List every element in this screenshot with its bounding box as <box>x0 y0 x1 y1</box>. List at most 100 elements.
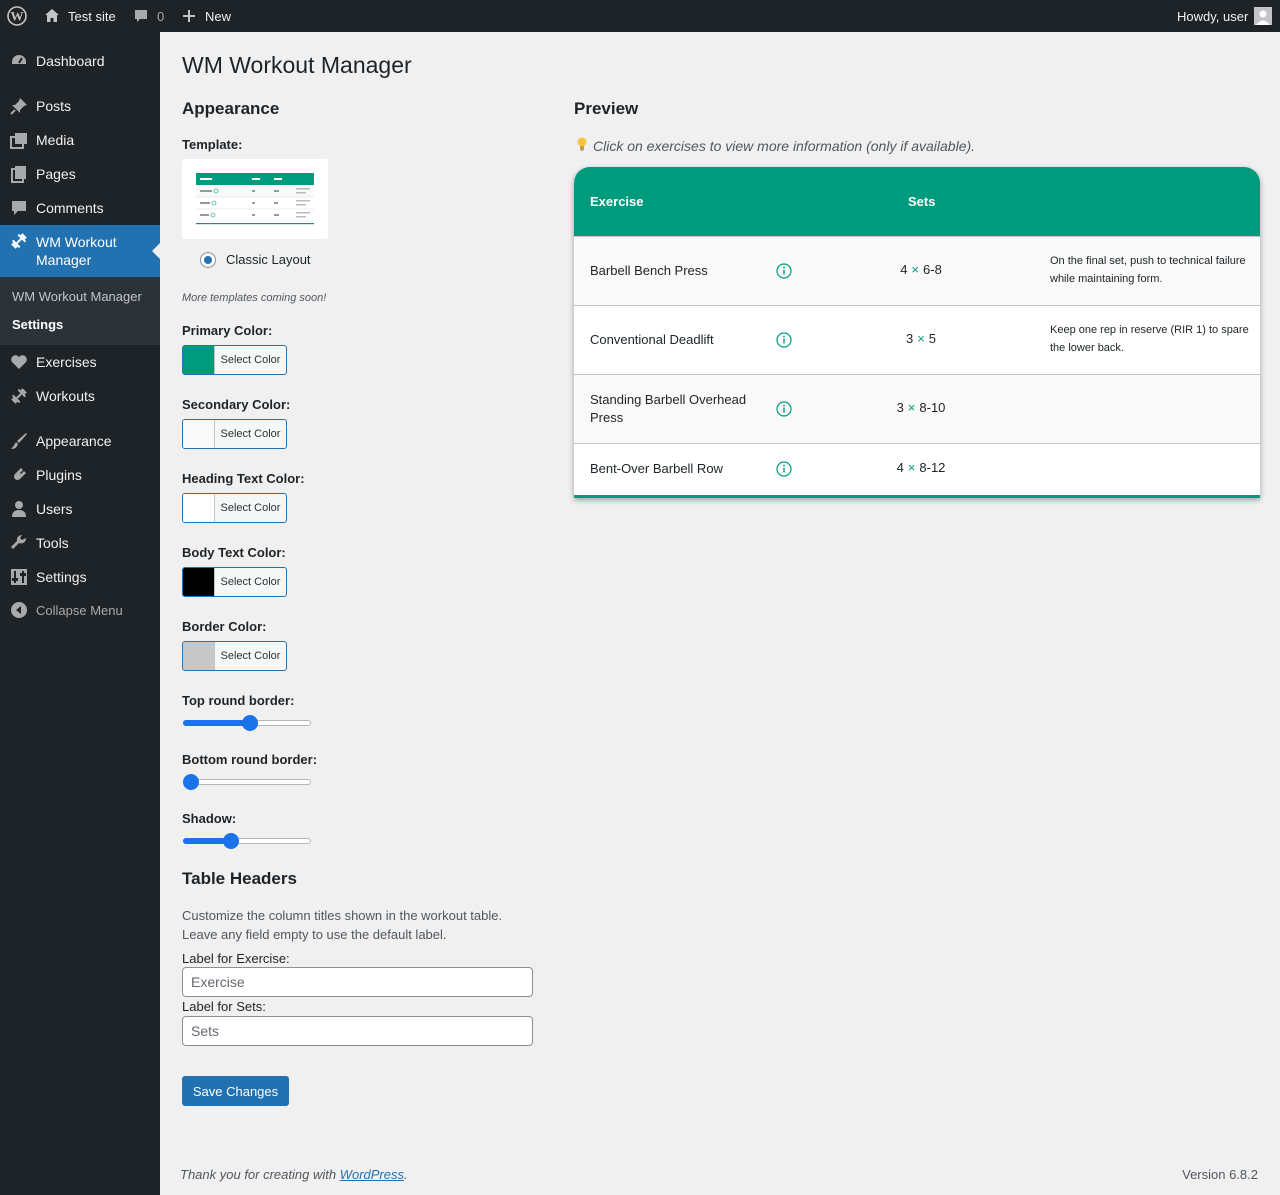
info-icon[interactable] <box>776 332 792 348</box>
sidebar-item-wm-workout-manager[interactable]: WM Workout Manager <box>0 225 160 277</box>
site-name-link[interactable]: Test site <box>44 0 116 32</box>
sidebar-item-settings[interactable]: Settings <box>0 560 160 594</box>
heart-icon <box>9 352 29 372</box>
sidebar-item-label: Users <box>36 501 73 517</box>
shadow-slider[interactable] <box>183 832 311 850</box>
table-row[interactable]: Barbell Bench Press 4 × 6-8 On the final s… <box>574 236 1260 305</box>
body-text-color-button[interactable]: Select Color <box>182 567 287 597</box>
footer-version: Version 6.8.2 <box>1182 1167 1258 1182</box>
color-swatch <box>183 568 215 596</box>
shadow-label: Shadow: <box>182 811 237 826</box>
footer-thanks: Thank you for creating with WordPress. <box>180 1167 408 1182</box>
sidebar-item-label: Exercises <box>36 354 97 370</box>
sets-reps: 4 × 6-8 <box>814 262 1028 277</box>
color-swatch <box>183 420 215 448</box>
exercise-name[interactable]: Bent-Over Barbell Row <box>590 460 723 478</box>
reps: 5 <box>928 331 937 346</box>
wordpress-link[interactable]: WordPress <box>340 1167 404 1182</box>
sidebar-item-posts[interactable]: Posts <box>0 89 160 123</box>
exercise-label: Label for Exercise: <box>182 951 290 966</box>
primary-color-button[interactable]: Select Color <box>182 345 287 375</box>
dumbbell-icon <box>9 231 29 251</box>
sidebar-item-label: WM Workout Manager <box>36 234 117 268</box>
sidebar-item-label: Media <box>36 132 75 148</box>
reps: 8-10 <box>919 400 946 415</box>
table-row[interactable]: Conventional Deadlift 3 × 5 Keep one rep i… <box>574 305 1260 374</box>
slider-thumb[interactable] <box>242 715 259 731</box>
collapse-menu-button[interactable]: Collapse Menu <box>0 593 160 627</box>
sidebar-item-label: Plugins <box>36 467 82 483</box>
exercise-name[interactable]: Conventional Deadlift <box>590 331 714 349</box>
sets-count: 3 <box>896 400 904 415</box>
plugin-icon <box>9 465 29 485</box>
select-color-label: Select Color <box>220 502 281 514</box>
classic-layout-label: Classic Layout <box>226 252 311 267</box>
sidebar-item-plugins[interactable]: Plugins <box>0 458 160 492</box>
secondary-color-label: Secondary Color: <box>182 397 291 412</box>
wordpress-logo-icon[interactable]: W <box>7 0 27 32</box>
heading-text-color-button[interactable]: Select Color <box>182 493 287 523</box>
border-color-label: Border Color: <box>182 619 267 634</box>
sidebar-item-users[interactable]: Users <box>0 492 160 526</box>
save-changes-button[interactable]: Save Changes <box>182 1076 289 1106</box>
sets-count: 3 <box>905 331 914 346</box>
exercise-column-header: Exercise <box>590 194 644 209</box>
body-text-color-label: Body Text Color: <box>182 545 286 560</box>
sidebar-item-pages[interactable]: Pages <box>0 157 160 191</box>
reps: 8-12 <box>919 460 946 475</box>
slider-thumb[interactable] <box>183 774 199 790</box>
bottom-round-border-slider[interactable] <box>183 773 311 791</box>
top-round-border-slider[interactable] <box>183 714 311 732</box>
submenu-item-settings[interactable]: Settings <box>12 317 63 332</box>
sidebar-item-appearance[interactable]: Appearance <box>0 424 160 458</box>
table-row[interactable]: Bent-Over Barbell Row 4 × 8-12 <box>574 443 1260 495</box>
exercise-label-input[interactable] <box>182 967 533 997</box>
comments-link[interactable]: 0 <box>133 0 164 32</box>
classic-layout-radio[interactable] <box>200 252 216 268</box>
submenu: WM Workout Manager Settings <box>0 277 160 345</box>
exercise-name[interactable]: Standing Barbell Overhead Press <box>590 391 765 427</box>
secondary-color-button[interactable]: Select Color <box>182 419 287 449</box>
border-color-button[interactable]: Select Color <box>182 641 287 671</box>
sidebar-item-comments[interactable]: Comments <box>0 191 160 225</box>
times-symbol: × <box>917 331 925 346</box>
sidebar-item-tools[interactable]: Tools <box>0 526 160 560</box>
comments-count: 0 <box>157 8 165 24</box>
slider-thumb[interactable] <box>223 833 240 849</box>
sidebar-item-media[interactable]: Media <box>0 123 160 157</box>
exercise-note: Keep one rep in reserve (RIR 1) to spare… <box>1050 324 1249 354</box>
sidebar-item-exercises[interactable]: Exercises <box>0 345 160 379</box>
admin-bar: W Test site 0 New Howdy, user <box>0 0 1280 32</box>
sidebar-item-label: Workouts <box>36 388 95 404</box>
top-round-border-label: Top round border: <box>182 693 295 708</box>
dashboard-icon <box>9 51 29 71</box>
user-icon <box>9 499 29 519</box>
submenu-item-wm-workout-manager[interactable]: WM Workout Manager <box>12 289 142 304</box>
new-content-link[interactable]: New <box>181 0 231 32</box>
info-icon[interactable] <box>776 461 792 477</box>
sets-reps: 3 × 5 <box>814 331 1028 346</box>
table-row[interactable]: Standing Barbell Overhead Press 3 × 8-10 <box>574 374 1260 443</box>
select-color-label: Select Color <box>220 354 281 366</box>
sets-label-input[interactable] <box>182 1016 533 1046</box>
exercise-name[interactable]: Barbell Bench Press <box>590 262 708 280</box>
classic-layout-preview-icon <box>196 173 314 225</box>
sidebar-item-dashboard[interactable]: Dashboard <box>0 44 160 78</box>
info-icon[interactable] <box>776 401 792 417</box>
description-line: Customize the column titles shown in the… <box>182 908 503 923</box>
admin-sidebar: Dashboard Posts Media Pages Comments WM … <box>0 32 160 1195</box>
my-account-link[interactable]: Howdy, user <box>1177 0 1273 32</box>
template-thumbnail[interactable] <box>182 159 328 239</box>
reps: 6-8 <box>923 262 942 277</box>
preview-heading: Preview <box>574 99 639 118</box>
comments-icon <box>9 198 29 218</box>
exercise-note: On the final set, push to technical fail… <box>1050 255 1246 285</box>
sidebar-item-workouts[interactable]: Workouts <box>0 379 160 413</box>
color-swatch <box>183 346 215 374</box>
sets-reps: 3 × 8-10 <box>814 400 1028 415</box>
info-icon[interactable] <box>776 263 792 279</box>
sets-reps: 4 × 8-12 <box>814 460 1028 475</box>
wrench-icon <box>9 533 29 553</box>
color-swatch <box>183 642 215 670</box>
svg-text:W: W <box>11 9 24 24</box>
